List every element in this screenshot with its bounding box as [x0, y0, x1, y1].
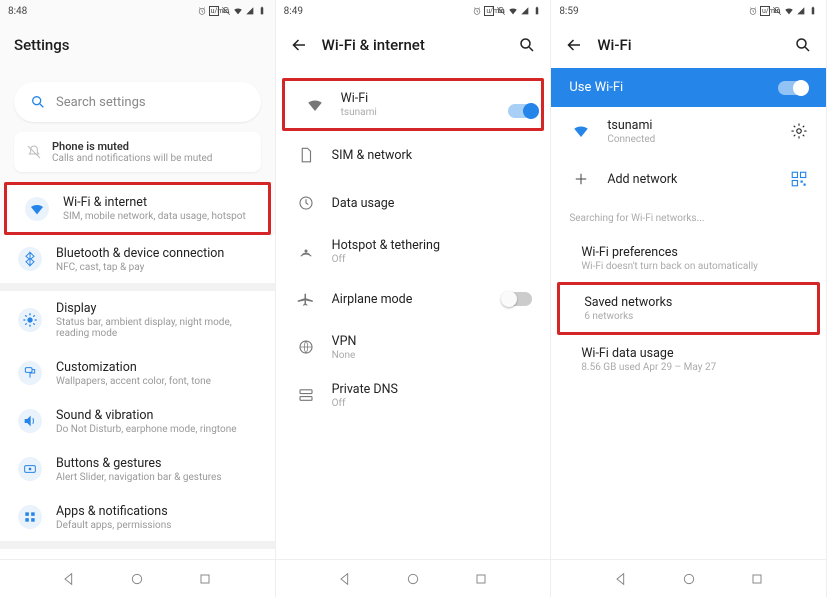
button-icon — [18, 457, 42, 481]
qr-icon[interactable] — [790, 170, 808, 188]
gear-icon[interactable] — [790, 122, 808, 140]
row-wifi-data-usage[interactable]: Wi-Fi data usage8.56 GB used Apr 29 – Ma… — [551, 335, 826, 383]
nav-back-icon[interactable] — [61, 571, 77, 587]
row-airplane[interactable]: Airplane mode — [276, 275, 551, 323]
nav-recent-icon[interactable] — [197, 571, 213, 587]
clock: 8:49 — [284, 6, 303, 17]
nav-home-icon[interactable] — [405, 571, 421, 587]
wifi-icon — [25, 197, 49, 221]
clock: 8:48 — [8, 6, 27, 17]
nav-home-icon[interactable] — [129, 571, 145, 587]
nav-back-icon[interactable] — [337, 571, 353, 587]
nav-home-icon[interactable] — [681, 571, 697, 587]
row-buttons[interactable]: Buttons & gesturesAlert Slider, navigati… — [0, 445, 275, 493]
back-icon[interactable] — [565, 36, 583, 54]
search-input[interactable]: Search settings — [14, 82, 261, 122]
header: Wi-Fi & internet — [276, 22, 551, 68]
status-bar: 8:59 u/min — [551, 0, 826, 22]
sound-icon — [18, 409, 42, 433]
sim-icon — [294, 143, 318, 167]
data-icon — [294, 191, 318, 215]
row-wifi-internet[interactable]: Wi-Fi & internetSIM, mobile network, dat… — [4, 182, 271, 235]
pane-settings: 8:48 u/min Settings Search settings Phon… — [0, 0, 276, 597]
row-sound[interactable]: Sound & vibrationDo Not Disturb, earphon… — [0, 397, 275, 445]
row-dns[interactable]: Private DNSOff — [276, 371, 551, 419]
bell-off-icon — [26, 144, 42, 160]
page-title: Wi-Fi — [597, 36, 631, 54]
header: Wi-Fi — [551, 22, 826, 68]
hotspot-icon — [294, 239, 318, 263]
row-add-network[interactable]: Add network — [551, 155, 826, 203]
page-title: Settings — [14, 36, 70, 54]
bluetooth-icon — [18, 247, 42, 271]
status-icons: u/min — [748, 6, 818, 16]
row-saved-networks[interactable]: Saved networks6 networks — [557, 282, 820, 335]
back-icon[interactable] — [290, 36, 308, 54]
notice-sub: Calls and notifications will be muted — [52, 153, 212, 164]
plus-icon — [569, 167, 593, 191]
use-wifi-toggle[interactable] — [778, 81, 808, 95]
searching-text: Searching for Wi-Fi networks... — [551, 203, 826, 234]
notice-title: Phone is muted — [52, 140, 212, 153]
pane-wifi: 8:59 u/min Wi-Fi Use Wi-Fi tsunamiConnec… — [551, 0, 827, 597]
row-bluetooth[interactable]: Bluetooth & device connectionNFC, cast, … — [0, 235, 275, 283]
row-sim[interactable]: SIM & network — [276, 131, 551, 179]
sun-icon — [18, 308, 42, 332]
pane-wifi-internet: 8:49 u/min Wi-Fi & internet Wi-Fitsunami… — [276, 0, 552, 597]
nav-back-icon[interactable] — [613, 571, 629, 587]
row-hotspot[interactable]: Hotspot & tetheringOff — [276, 227, 551, 275]
wifi-toggle[interactable] — [508, 104, 538, 118]
nav-recent-icon[interactable] — [473, 571, 489, 587]
apps-icon — [18, 505, 42, 529]
airplane-toggle[interactable] — [502, 292, 532, 306]
row-network-tsunami[interactable]: tsunamiConnected — [551, 107, 826, 155]
status-icons: u/min — [197, 6, 267, 16]
search-icon[interactable] — [518, 36, 536, 54]
nav-bar — [276, 559, 551, 597]
nav-bar — [551, 559, 826, 597]
page-title: Wi-Fi & internet — [322, 36, 425, 54]
notice-phone-muted[interactable]: Phone is muted Calls and notifications w… — [14, 132, 261, 172]
row-apps[interactable]: Apps & notificationsDefault apps, permis… — [0, 493, 275, 541]
status-bar: 8:48 u/min — [0, 0, 275, 22]
wifi-icon — [303, 93, 327, 117]
status-bar: 8:49 u/min — [276, 0, 551, 22]
wifi-icon — [569, 119, 593, 143]
search-icon — [30, 94, 46, 110]
row-customization[interactable]: CustomizationWallpapers, accent color, f… — [0, 349, 275, 397]
row-wifi-preferences[interactable]: Wi-Fi preferencesWi-Fi doesn't turn back… — [551, 234, 826, 282]
vpn-icon — [294, 335, 318, 359]
status-icons: u/min — [472, 6, 542, 16]
nav-bar — [0, 559, 275, 597]
paint-icon — [18, 361, 42, 385]
use-wifi-row[interactable]: Use Wi-Fi — [551, 68, 826, 107]
row-wifi[interactable]: Wi-Fitsunami — [282, 78, 545, 131]
clock: 8:59 — [559, 6, 578, 17]
nav-recent-icon[interactable] — [749, 571, 765, 587]
use-wifi-label: Use Wi-Fi — [569, 80, 778, 95]
row-vpn[interactable]: VPNNone — [276, 323, 551, 371]
plane-icon — [294, 287, 318, 311]
header: Settings — [0, 22, 275, 68]
search-placeholder: Search settings — [56, 95, 146, 110]
dns-icon — [294, 383, 318, 407]
search-icon[interactable] — [794, 36, 812, 54]
row-data-usage[interactable]: Data usage — [276, 179, 551, 227]
row-display[interactable]: DisplayStatus bar, ambient display, nigh… — [0, 291, 275, 349]
